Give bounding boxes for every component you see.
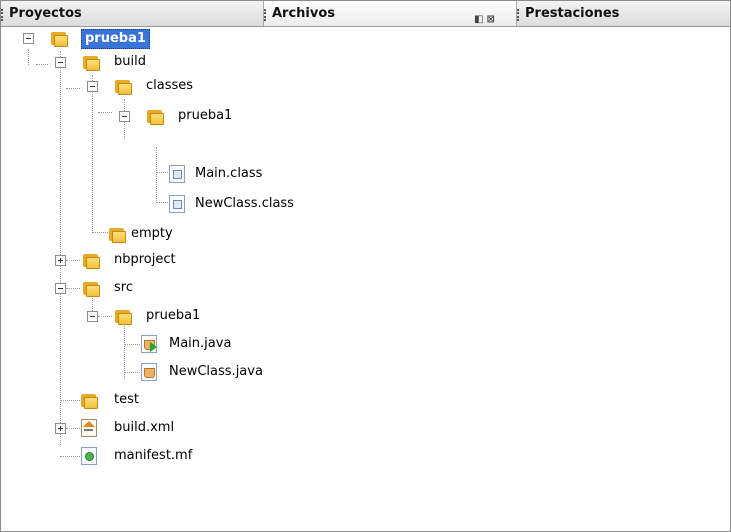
collapse-toggle-icon[interactable] [87, 311, 98, 322]
tree-item-label: prueba1 [146, 308, 201, 323]
tab-label: Archivos [272, 6, 336, 21]
collapse-toggle-icon[interactable] [55, 57, 66, 68]
tree-item-label: manifest.mf [114, 448, 193, 463]
tree-connector [124, 372, 140, 373]
class-file-icon [169, 165, 185, 183]
tree-item-label: NewClass.java [169, 364, 263, 379]
file-tree: prueba1 build classes prueba1 Main.class [1, 27, 730, 531]
xml-file-icon [81, 419, 97, 437]
collapse-toggle-icon[interactable] [119, 111, 130, 122]
tree-connector [66, 288, 80, 289]
tree-connector [98, 112, 112, 113]
tree-connector [60, 456, 80, 457]
tab-grip-icon [1, 9, 5, 21]
tree-item-label: Main.class [195, 166, 263, 181]
folder-icon [115, 79, 132, 95]
tree-item-label: prueba1 [178, 108, 233, 123]
collapse-toggle-icon[interactable] [87, 81, 98, 92]
files-window: Proyectos Archivos ◧ ⊠ Prestaciones prue… [0, 0, 731, 532]
tree-connector [156, 172, 168, 173]
java-file-icon [141, 363, 157, 381]
collapse-toggle-icon[interactable] [23, 33, 34, 44]
tree-connector [66, 88, 80, 89]
tree-connector [92, 232, 108, 233]
folder-icon [109, 227, 126, 243]
tree-connector [66, 260, 80, 261]
class-file-icon [169, 195, 185, 213]
tree-connector [28, 49, 29, 65]
expand-toggle-icon[interactable] [55, 255, 66, 266]
tab-archivos[interactable]: Archivos ◧ ⊠ [264, 1, 517, 26]
tab-bar: Proyectos Archivos ◧ ⊠ Prestaciones [1, 1, 730, 27]
tab-label: Prestaciones [525, 6, 620, 21]
tree-item-label: empty [131, 226, 173, 241]
tree-connector [92, 75, 93, 233]
folder-icon [83, 55, 100, 71]
tab-grip-icon [517, 9, 521, 21]
java-main-file-icon [141, 335, 157, 353]
tab-controls: ◧ ⊠ [474, 7, 498, 25]
tab-grip-icon [264, 9, 268, 21]
tree-item-label: NewClass.class [195, 196, 294, 211]
folder-icon [83, 281, 100, 297]
tree-connector [124, 323, 125, 379]
folder-icon [147, 109, 164, 125]
tree-item-label: build.xml [114, 420, 175, 435]
tab-label: Proyectos [9, 6, 82, 21]
folder-icon [83, 253, 100, 269]
tree-item-label: Main.java [169, 336, 232, 351]
tree-connector [66, 428, 80, 429]
collapse-toggle-icon[interactable] [55, 283, 66, 294]
tree-connector [36, 64, 48, 65]
folder-icon [51, 31, 68, 47]
manifest-file-icon [81, 447, 97, 465]
tree-item-label: src [114, 280, 133, 295]
tree-item-label: nbproject [114, 252, 176, 267]
tree-item-label: build [114, 54, 146, 69]
tree-connector [156, 202, 168, 203]
tree-connector [60, 51, 61, 445]
expand-toggle-icon[interactable] [55, 423, 66, 434]
tree-connector [98, 316, 112, 317]
tree-connector [124, 344, 140, 345]
tree-item-label: prueba1 [81, 29, 150, 49]
tree-item-label: test [114, 392, 139, 407]
folder-icon [81, 393, 98, 409]
tab-proyectos[interactable]: Proyectos [1, 1, 264, 26]
tree-connector [156, 147, 157, 203]
folder-icon [115, 309, 132, 325]
tab-prestaciones[interactable]: Prestaciones [517, 1, 730, 26]
tree-connector [60, 400, 80, 401]
tree-item-label: classes [146, 78, 194, 93]
